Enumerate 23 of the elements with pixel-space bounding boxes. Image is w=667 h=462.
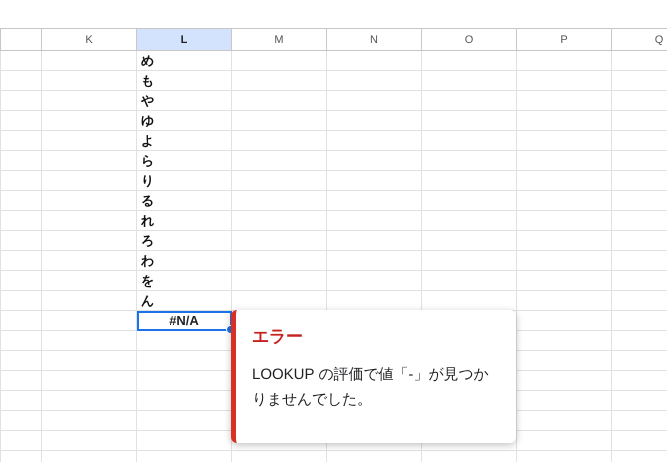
table-cell: や (136, 90, 232, 110)
column-header[interactable]: N (326, 28, 422, 50)
column-header[interactable]: O (422, 28, 516, 50)
table-cell: り (136, 170, 232, 190)
column-header[interactable]: K (42, 28, 136, 50)
error-message: LOOKUP の評価で値「-」が見つかりませんでした。 (252, 364, 490, 410)
column-header[interactable]: M (232, 28, 326, 50)
column-header[interactable]: Q (612, 28, 667, 50)
error-title: エラー (252, 326, 304, 348)
table-cell: ら (136, 150, 232, 170)
table-cell: を (136, 270, 232, 290)
table-cell: も (136, 70, 232, 90)
table-cell: れ (136, 210, 232, 230)
table-cell: よ (136, 130, 232, 150)
table-cell: る (136, 190, 232, 210)
table-cell: ろ (136, 230, 232, 250)
table-cell: ん (136, 290, 232, 310)
column-header[interactable]: P (516, 28, 612, 50)
table-cell: わ (136, 250, 232, 270)
table-cell: ゆ (136, 110, 232, 130)
column-header[interactable]: L (136, 28, 232, 50)
error-cell: #N/A (136, 310, 232, 330)
table-cell: め (136, 50, 232, 70)
